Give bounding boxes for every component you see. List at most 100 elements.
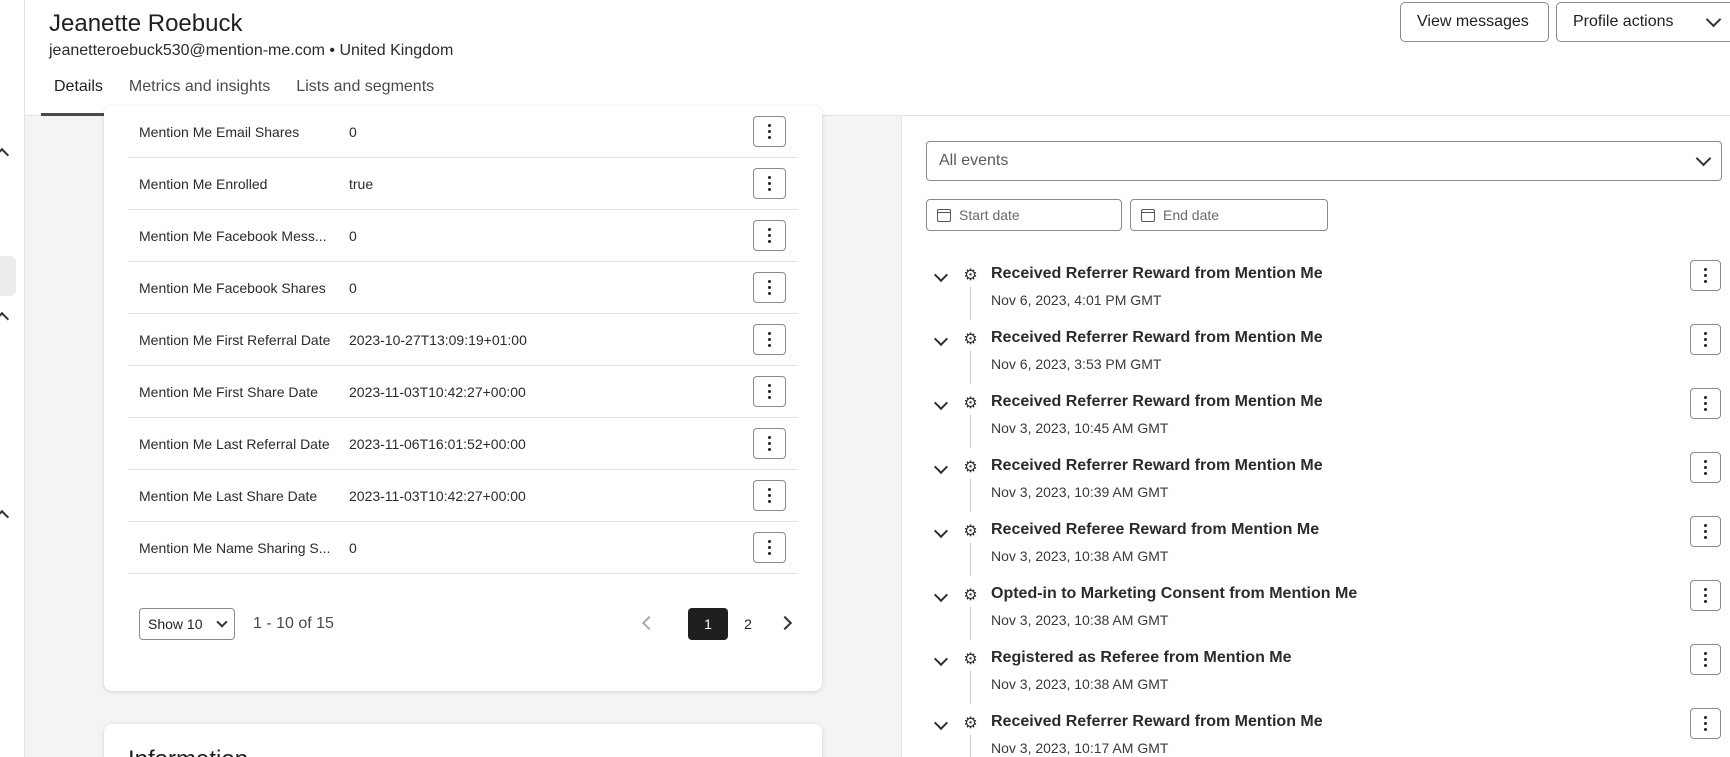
event-item: ⚙ Opted-in to Marketing Consent from Men… [926, 580, 1722, 644]
row-menu-button[interactable] [753, 480, 786, 511]
calendar-icon [937, 208, 951, 222]
timeline-line [970, 607, 971, 640]
row-menu-button[interactable] [753, 376, 786, 407]
chevron-down-icon[interactable] [933, 395, 949, 411]
pagination: Show 10 1 - 10 of 15 1 2 [128, 606, 798, 646]
kebab-icon [1704, 588, 1707, 591]
event-timestamp: Nov 6, 2023, 4:01 PM GMT [991, 292, 1162, 308]
timeline-line [970, 479, 971, 512]
property-value: 2023-11-03T10:42:27+00:00 [349, 487, 526, 504]
chevron-down-icon[interactable] [933, 715, 949, 731]
event-menu-button[interactable] [1690, 452, 1721, 483]
table-row: Mention Me Last Share Date 2023-11-03T10… [128, 470, 798, 522]
kebab-icon [1704, 652, 1707, 655]
kebab-icon [1704, 716, 1707, 719]
row-menu-button[interactable] [753, 220, 786, 251]
gear-icon: ⚙ [963, 523, 978, 540]
event-item: ⚙ Received Referrer Reward from Mention … [926, 388, 1722, 452]
information-title: Information [128, 746, 248, 757]
chevron-down-icon[interactable] [933, 267, 949, 283]
property-key: Mention Me Email Shares [139, 123, 300, 140]
property-key: Mention Me Facebook Mess... [139, 227, 327, 244]
table-row: Mention Me First Referral Date 2023-10-2… [128, 314, 798, 366]
event-title: Received Referrer Reward from Mention Me [991, 713, 1323, 730]
chevron-up-icon[interactable] [0, 147, 10, 163]
property-value: 2023-11-06T16:01:52+00:00 [349, 435, 526, 452]
event-title: Received Referrer Reward from Mention Me [991, 457, 1323, 474]
property-value: 2023-11-03T10:42:27+00:00 [349, 383, 526, 400]
chevron-down-icon[interactable] [933, 651, 949, 667]
chevron-down-icon[interactable] [933, 523, 949, 539]
table-row: Mention Me Facebook Mess... 0 [128, 210, 798, 262]
row-menu-button[interactable] [753, 272, 786, 303]
kebab-icon [1704, 268, 1707, 271]
event-item: ⚙ Received Referrer Reward from Mention … [926, 260, 1722, 324]
page-2-button[interactable]: 2 [728, 608, 768, 640]
event-timestamp: Nov 3, 2023, 10:45 AM GMT [991, 420, 1169, 436]
kebab-icon [1704, 332, 1707, 335]
event-item: ⚙ Received Referee Reward from Mention M… [926, 516, 1722, 580]
page-size-select[interactable]: Show 10 [139, 608, 235, 640]
event-menu-button[interactable] [1690, 580, 1721, 611]
calendar-icon [1141, 208, 1155, 222]
event-menu-button[interactable] [1690, 644, 1721, 675]
activity-pane: All events Start date End date ⚙ Receive… [901, 116, 1730, 757]
gear-icon: ⚙ [963, 587, 978, 604]
information-card: Information [104, 724, 822, 757]
row-menu-button[interactable] [753, 168, 786, 199]
chevron-down-icon[interactable] [933, 331, 949, 347]
event-menu-button[interactable] [1690, 516, 1721, 547]
kebab-icon [1704, 460, 1707, 463]
table-row: Mention Me Facebook Shares 0 [128, 262, 798, 314]
table-row: Mention Me Enrolled true [128, 158, 798, 210]
timeline-line [970, 543, 971, 576]
profile-actions-button[interactable]: Profile actions [1556, 2, 1730, 42]
table-row: Mention Me Email Shares 0 [128, 106, 798, 158]
page-size-label: Show 10 [148, 616, 203, 632]
event-timestamp: Nov 3, 2023, 10:38 AM GMT [991, 612, 1169, 628]
chevron-right-icon[interactable] [777, 615, 793, 631]
event-timestamp: Nov 3, 2023, 10:38 AM GMT [991, 548, 1169, 564]
event-menu-button[interactable] [1690, 260, 1721, 291]
event-menu-button[interactable] [1690, 388, 1721, 419]
events-filter-select[interactable]: All events [926, 141, 1722, 181]
event-menu-button[interactable] [1690, 324, 1721, 355]
event-title: Received Referrer Reward from Mention Me [991, 265, 1323, 282]
gear-icon: ⚙ [963, 715, 978, 732]
chevron-down-icon[interactable] [933, 587, 949, 603]
event-item: ⚙ Registered as Referee from Mention Me … [926, 644, 1722, 708]
chevron-up-icon[interactable] [0, 509, 10, 525]
event-item: ⚙ Received Referrer Reward from Mention … [926, 708, 1722, 757]
start-date-input[interactable]: Start date [926, 199, 1122, 231]
row-menu-button[interactable] [753, 532, 786, 563]
event-item: ⚙ Received Referrer Reward from Mention … [926, 452, 1722, 516]
page-1-button[interactable]: 1 [688, 608, 728, 640]
event-timestamp: Nov 3, 2023, 10:17 AM GMT [991, 740, 1169, 756]
row-menu-button[interactable] [753, 428, 786, 459]
profile-actions-label: Profile actions [1573, 13, 1674, 30]
timeline-line [970, 415, 971, 448]
kebab-icon [1704, 396, 1707, 399]
chevron-down-icon [216, 616, 228, 628]
gear-icon: ⚙ [963, 331, 978, 348]
kebab-icon [768, 332, 771, 335]
nav-active-indicator[interactable] [0, 256, 16, 296]
event-title: Received Referrer Reward from Mention Me [991, 329, 1323, 346]
chevron-down-icon[interactable] [933, 459, 949, 475]
chevron-left-icon[interactable] [641, 615, 657, 631]
row-menu-button[interactable] [753, 324, 786, 355]
properties-card: Mention Me Email Shares 0 Mention Me Enr… [104, 106, 822, 691]
view-messages-button[interactable]: View messages [1400, 2, 1549, 42]
property-key: Mention Me Last Referral Date [139, 435, 330, 452]
event-menu-button[interactable] [1690, 708, 1721, 739]
event-timestamp: Nov 3, 2023, 10:39 AM GMT [991, 484, 1169, 500]
row-menu-button[interactable] [753, 116, 786, 147]
end-date-input[interactable]: End date [1130, 199, 1328, 231]
chevron-down-icon [1705, 11, 1722, 27]
kebab-icon [768, 384, 771, 387]
kebab-icon [768, 488, 771, 491]
gear-icon: ⚙ [963, 395, 978, 412]
timeline-line [970, 671, 971, 704]
chevron-up-icon[interactable] [0, 311, 10, 327]
kebab-icon [768, 124, 771, 127]
